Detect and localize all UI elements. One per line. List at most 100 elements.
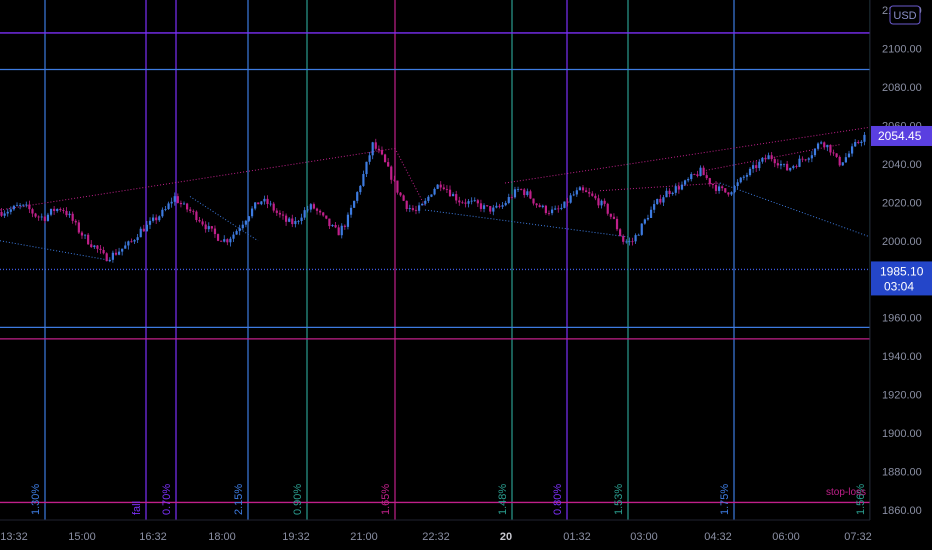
candle-body [464, 202, 467, 204]
trendline[interactable] [0, 147, 396, 211]
candle-body [829, 144, 832, 153]
candle-body [353, 200, 356, 208]
candle-body [529, 191, 532, 199]
candle-body [260, 201, 263, 205]
candle-body [795, 166, 798, 167]
candle-body [452, 194, 455, 197]
candle-body [798, 158, 801, 167]
vertical-marker-label: 0.70% [161, 484, 173, 515]
candle-body [77, 222, 80, 233]
candle-body [467, 201, 470, 204]
candle-body [306, 209, 309, 211]
candle-body [37, 216, 40, 218]
candle-body [752, 165, 755, 169]
candle-body [402, 195, 405, 201]
candle-body [520, 189, 523, 190]
candle-body [854, 142, 857, 147]
candle-body [377, 148, 380, 151]
candle-body [470, 200, 473, 202]
candle-body [337, 227, 340, 236]
candle-body [136, 237, 139, 241]
currency-label: USD [893, 10, 916, 22]
candle-body [365, 161, 368, 175]
x-tick-label: 07:32 [844, 531, 872, 543]
trendline[interactable] [719, 182, 870, 238]
candle-body [609, 213, 612, 217]
price-chart[interactable]: 1.30% fall 0.70% 2.15% 0.90% 1.65% 1.48% 0.80% 1… [0, 0, 932, 550]
candle-body [501, 205, 504, 207]
candle-body [315, 208, 319, 211]
candle-body [272, 203, 275, 211]
y-tick-label: 2000.00 [882, 236, 922, 248]
candle-body [442, 187, 445, 189]
candle-body [0, 211, 3, 216]
candle-body [6, 211, 9, 214]
candle-body [31, 209, 34, 214]
candle-body [80, 232, 84, 236]
candle-body [158, 216, 161, 221]
price-axis[interactable]: 2120.002100.002080.002060.002040.002020.… [882, 5, 922, 517]
candle-body [46, 214, 50, 221]
candle-body [74, 220, 77, 223]
candle-body [161, 209, 164, 217]
y-tick-label: 1940.00 [882, 351, 922, 363]
candle-body [68, 213, 71, 216]
candle-body [346, 214, 350, 227]
candle-body [176, 196, 179, 203]
currency-badge[interactable]: USD [889, 5, 921, 25]
candle-body [724, 188, 727, 193]
candle-body [538, 205, 541, 208]
candle-body [390, 166, 393, 180]
candle-body [693, 174, 696, 175]
candle-body [411, 208, 414, 210]
candle-body [34, 213, 37, 217]
candle-body [566, 201, 569, 203]
candle-body [96, 245, 99, 249]
candle-body [646, 217, 650, 220]
candle-body [513, 189, 517, 198]
candle-body [482, 205, 486, 209]
candle-body [155, 217, 158, 221]
trendline[interactable] [424, 209, 629, 238]
candle-body [736, 182, 739, 187]
candle-body [430, 194, 433, 197]
candle-body [730, 192, 733, 195]
candle-body [727, 192, 730, 195]
candle-body [399, 192, 402, 196]
candle-body [124, 245, 127, 249]
time-axis[interactable]: 13:32 15:00 16:32 18:00 19:32 21:00 22:32 20 01:… [0, 531, 872, 543]
candle-body [591, 193, 594, 196]
trendline[interactable] [0, 240, 109, 261]
candle-body [860, 141, 863, 144]
candle-body [473, 200, 476, 202]
trendline[interactable] [394, 148, 426, 207]
candle-body [229, 238, 232, 243]
candle-body [322, 212, 325, 216]
candle-body [770, 155, 773, 160]
candle-body [847, 153, 851, 158]
trendline[interactable] [599, 182, 721, 192]
candle-body [121, 248, 124, 252]
candle-body [19, 204, 22, 206]
candle-body [671, 192, 674, 195]
candle-body [198, 220, 201, 222]
candle-body [779, 163, 783, 166]
candle-body [371, 142, 374, 156]
candle-body [192, 210, 195, 212]
candle-body [349, 207, 353, 215]
candle-body [755, 165, 758, 169]
candle-body [708, 178, 711, 184]
candle-body [266, 198, 269, 205]
last-price-tag: 2054.45 [871, 125, 932, 146]
candle-body [235, 231, 238, 235]
candle-body [597, 198, 600, 206]
candle-body [189, 209, 192, 211]
candle-body [832, 152, 835, 154]
candle-body [250, 208, 254, 217]
candle-body [569, 195, 572, 203]
candle-body [801, 158, 804, 160]
candle-body [167, 203, 170, 210]
vertical-marker-label: 1.53% [613, 484, 625, 515]
candle-body [368, 155, 371, 162]
candle-body [479, 203, 483, 209]
